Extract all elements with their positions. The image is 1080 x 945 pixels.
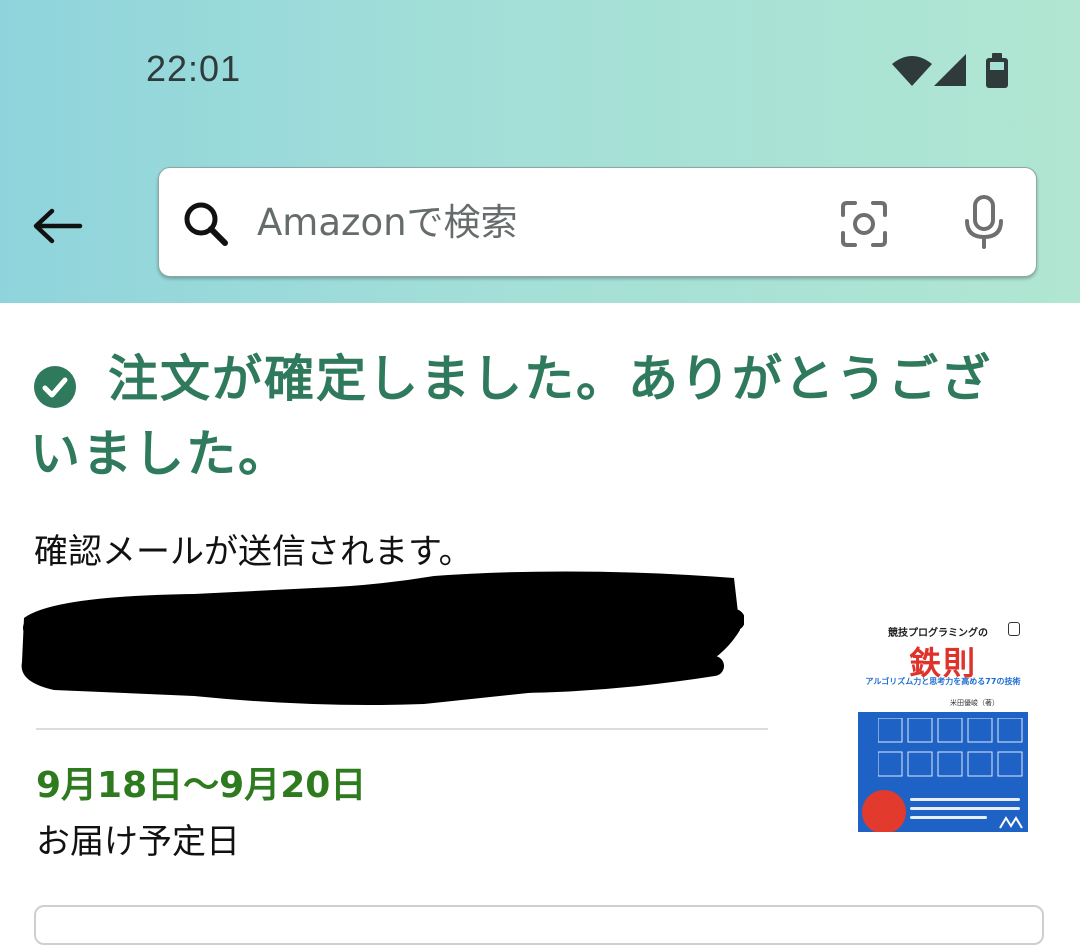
check-circle-icon bbox=[34, 366, 76, 408]
status-bar-time: 22:01 bbox=[146, 48, 242, 89]
publisher-logo-icon bbox=[999, 816, 1023, 829]
app-header: 22:01 bbox=[0, 0, 1080, 303]
redacted-scribble bbox=[21, 571, 744, 705]
book-author: 米田優峻（著） bbox=[950, 699, 999, 707]
confirmation-title: 注文が確定しました。ありがとうございました。 bbox=[30, 350, 992, 483]
battery-icon bbox=[986, 53, 1008, 88]
next-section-card bbox=[34, 905, 1044, 945]
search-icon[interactable] bbox=[181, 199, 231, 249]
book-topic-grid bbox=[878, 718, 1023, 777]
book-red-badge bbox=[862, 790, 906, 832]
search-bar[interactable] bbox=[158, 167, 1037, 277]
back-button[interactable] bbox=[28, 196, 88, 256]
order-confirmation: 注文が確定しました。ありがとうございました。 bbox=[30, 342, 1040, 492]
book-subtitle: アルゴリズム力と思考力を高める77の技術 bbox=[865, 677, 1021, 686]
wifi-icon bbox=[892, 56, 932, 86]
book-cover-panel bbox=[858, 712, 1028, 832]
search-input[interactable] bbox=[257, 192, 817, 252]
book-series: 競技プログラミングの bbox=[888, 628, 988, 639]
delivery-label: お届け予定日 bbox=[36, 822, 240, 862]
delivery-date: 9月18日～9月20日 bbox=[36, 765, 367, 806]
divider bbox=[36, 728, 768, 730]
product-thumbnail[interactable]: 競技プログラミングの 鉄則 アルゴリズム力と思考力を高める77の技術 米田優峻（… bbox=[858, 612, 1028, 832]
cellular-signal-icon bbox=[934, 54, 966, 86]
microphone-icon[interactable] bbox=[959, 195, 1009, 251]
arrow-left-icon bbox=[33, 208, 83, 244]
status-bar-icons bbox=[890, 50, 1010, 90]
confirmation-email-note: 確認メールが送信されます。 bbox=[34, 532, 473, 572]
camera-icon[interactable] bbox=[839, 199, 889, 249]
book-badge-icon bbox=[1008, 622, 1020, 636]
